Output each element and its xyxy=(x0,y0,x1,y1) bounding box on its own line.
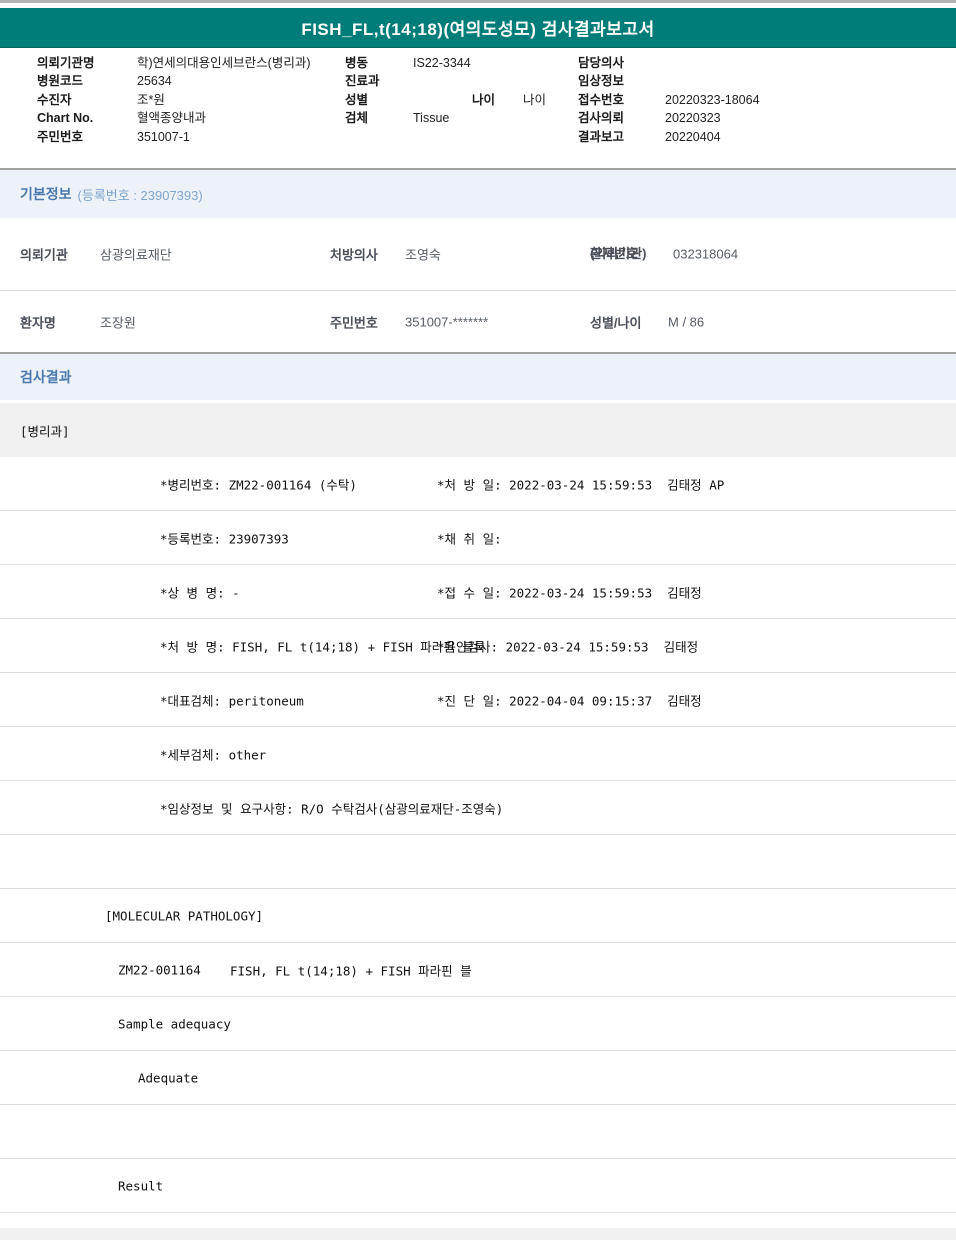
department-header: [병리과] xyxy=(20,421,70,440)
molecular-pathology-header: [MOLECULAR PATHOLOGY] xyxy=(105,908,263,923)
label-patient-name: 환자명 xyxy=(20,312,56,331)
value-institution-name: 학)연세의대용인세브란스(병리과) xyxy=(137,54,311,72)
main-specimen-text: *대표검체: peritoneum xyxy=(160,690,304,709)
gross-exam-date-text: *육안검사: 2022-03-24 15:59:53 김태정 xyxy=(437,636,698,655)
diagnosis-date-text: *진 단 일: 2022-04-04 09:15:37 김태정 xyxy=(437,690,702,709)
receipt-date-text: *접 수 일: 2022-03-24 15:59:53 김태정 xyxy=(437,582,702,601)
value-chart-no: 혈액종양내과 xyxy=(137,109,206,127)
footer-strip xyxy=(0,1228,956,1240)
label-department: 진료과 xyxy=(345,72,380,90)
value-test-request-date: 20220323 xyxy=(665,109,721,127)
top-divider xyxy=(0,0,956,3)
label-sex: 성별 xyxy=(345,91,368,109)
detail-row-main-specimen: *대표검체: peritoneum *진 단 일: 2022-04-04 09:… xyxy=(0,673,956,727)
value-receipt-no: 20220323-18064 xyxy=(665,91,760,109)
detail-row-order-name: *처 방 명: FISH, FL t(14;18) + FISH 파라핀 블록 … xyxy=(0,619,956,673)
label-requesting-org: 의뢰기관 xyxy=(20,245,68,264)
value-specimen: Tissue xyxy=(413,109,449,127)
result-section-header: 검사결과 xyxy=(0,352,956,400)
label-attending-doctor: 담당의사 xyxy=(578,54,624,72)
detail-row-clinical-request: *임상정보 및 요구사항: R/O 수탁검사(삼광의료재단-조영숙) xyxy=(0,781,956,835)
value-prescribing-doctor: 조영숙 xyxy=(405,245,441,264)
detail-row-diagnosis-name: *상 병 명: - *접 수 일: 2022-03-24 15:59:53 김태… xyxy=(0,565,956,619)
result-detail-rows: *병리번호: ZM22-001164 (수탁) *처 방 일: 2022-03-… xyxy=(0,457,956,1213)
order-date-text: *처 방 일: 2022-03-24 15:59:53 김태정 AP xyxy=(437,474,724,493)
detail-row-empty-1 xyxy=(0,835,956,889)
label-age: 나이 xyxy=(472,91,495,109)
value-result-report-date: 20220404 xyxy=(665,128,721,146)
label-specimen: 검체 xyxy=(345,109,368,127)
label-hospital-code: 병원코드 xyxy=(37,72,83,90)
value-patient-resident-no: 351007-******* xyxy=(405,314,488,329)
value-ward: IS22-3344 xyxy=(413,54,471,72)
label-resident-no: 주민번호 xyxy=(37,128,83,146)
value-patient-no-org: 032318064 xyxy=(673,247,738,262)
registration-no-text: *등록번호: 23907393 xyxy=(160,528,289,547)
sub-specimen-text: *세부검체: other xyxy=(160,744,266,763)
value-resident-no: 351007-1 xyxy=(137,128,190,146)
label-institution-name: 의뢰기관명 xyxy=(37,54,95,72)
value-requesting-org: 삼광의료재단 xyxy=(100,245,172,264)
test-name: FISH, FL t(14;18) + FISH 파라핀 블 xyxy=(230,960,472,979)
collection-date-text: *채 취 일: xyxy=(437,528,502,547)
clinical-request-text: *임상정보 및 요구사항: R/O 수탁검사(삼광의료재단-조영숙) xyxy=(160,798,503,817)
detail-row-sample-adequacy: Sample adequacy xyxy=(0,997,956,1051)
test-code: ZM22-001164 xyxy=(118,962,201,977)
detail-row-result: Result xyxy=(0,1159,956,1213)
detail-row-registration-no: *등록번호: 23907393 *채 취 일: xyxy=(0,511,956,565)
sample-adequacy-label: Sample adequacy xyxy=(118,1016,231,1031)
report-title: FISH_FL,t(14;18)(여의도성모) 검사결과보고서 xyxy=(301,15,654,40)
label-clinical-info: 임상정보 xyxy=(578,72,624,90)
basic-info-title: 기본정보 xyxy=(20,184,72,204)
label-patient-no-line2: (의뢰기관) xyxy=(590,245,647,263)
patient-row-1: 의뢰기관 삼광의료재단 처방의사 조영숙 환자번호(의뢰기관) 03231806… xyxy=(0,218,956,291)
label-prescribing-doctor: 처방의사 xyxy=(330,245,378,264)
sample-adequacy-value: Adequate xyxy=(138,1070,198,1085)
label-examinee: 수진자 xyxy=(37,91,72,109)
header-info-grid: 의뢰기관명 학)연세의대용인세브란스(병리과) 병원코드 25634 수진자 조… xyxy=(0,48,956,168)
detail-row-sub-specimen: *세부검체: other xyxy=(0,727,956,781)
detail-row-test-code: ZM22-001164 FISH, FL t(14;18) + FISH 파라핀… xyxy=(0,943,956,997)
report-title-bar: FISH_FL,t(14;18)(여의도성모) 검사결과보고서 xyxy=(0,8,956,48)
detail-row-molecular-header: [MOLECULAR PATHOLOGY] xyxy=(0,889,956,943)
value-patient-name: 조장원 xyxy=(100,312,136,331)
detail-row-empty-2 xyxy=(0,1105,956,1159)
value-sex-age: M / 86 xyxy=(668,314,704,329)
label-test-request-date: 검사의뢰 xyxy=(578,109,624,127)
basic-info-registration-no: (등록번호 : 23907393) xyxy=(78,185,203,204)
detail-row-pathology-no: *병리번호: ZM22-001164 (수탁) *처 방 일: 2022-03-… xyxy=(0,457,956,511)
result-section-title: 검사결과 xyxy=(20,367,72,387)
value-age: 나이 xyxy=(523,91,546,109)
label-patient-resident-no: 주민번호 xyxy=(330,312,378,331)
patient-row-2: 환자명 조장원 주민번호 351007-******* 성별/나이 M / 86 xyxy=(0,291,956,352)
report-page: FISH_FL,t(14;18)(여의도성모) 검사결과보고서 의뢰기관명 학)… xyxy=(0,0,956,1240)
value-hospital-code: 25634 xyxy=(137,72,172,90)
label-chart-no: Chart No. xyxy=(37,109,93,127)
diagnosis-name-text: *상 병 명: - xyxy=(160,582,240,601)
label-result-report-date: 결과보고 xyxy=(578,128,624,146)
label-sex-age: 성별/나이 xyxy=(590,312,641,331)
detail-row-adequate: Adequate xyxy=(0,1051,956,1105)
label-ward: 병동 xyxy=(345,54,368,72)
value-examinee: 조*원 xyxy=(137,91,165,109)
result-label: Result xyxy=(118,1178,163,1193)
department-header-row: [병리과] xyxy=(0,403,956,457)
basic-info-section-header: 기본정보 (등록번호 : 23907393) xyxy=(0,168,956,218)
pathology-no-text: *병리번호: ZM22-001164 (수탁) xyxy=(160,474,357,493)
label-receipt-no: 접수번호 xyxy=(578,91,624,109)
